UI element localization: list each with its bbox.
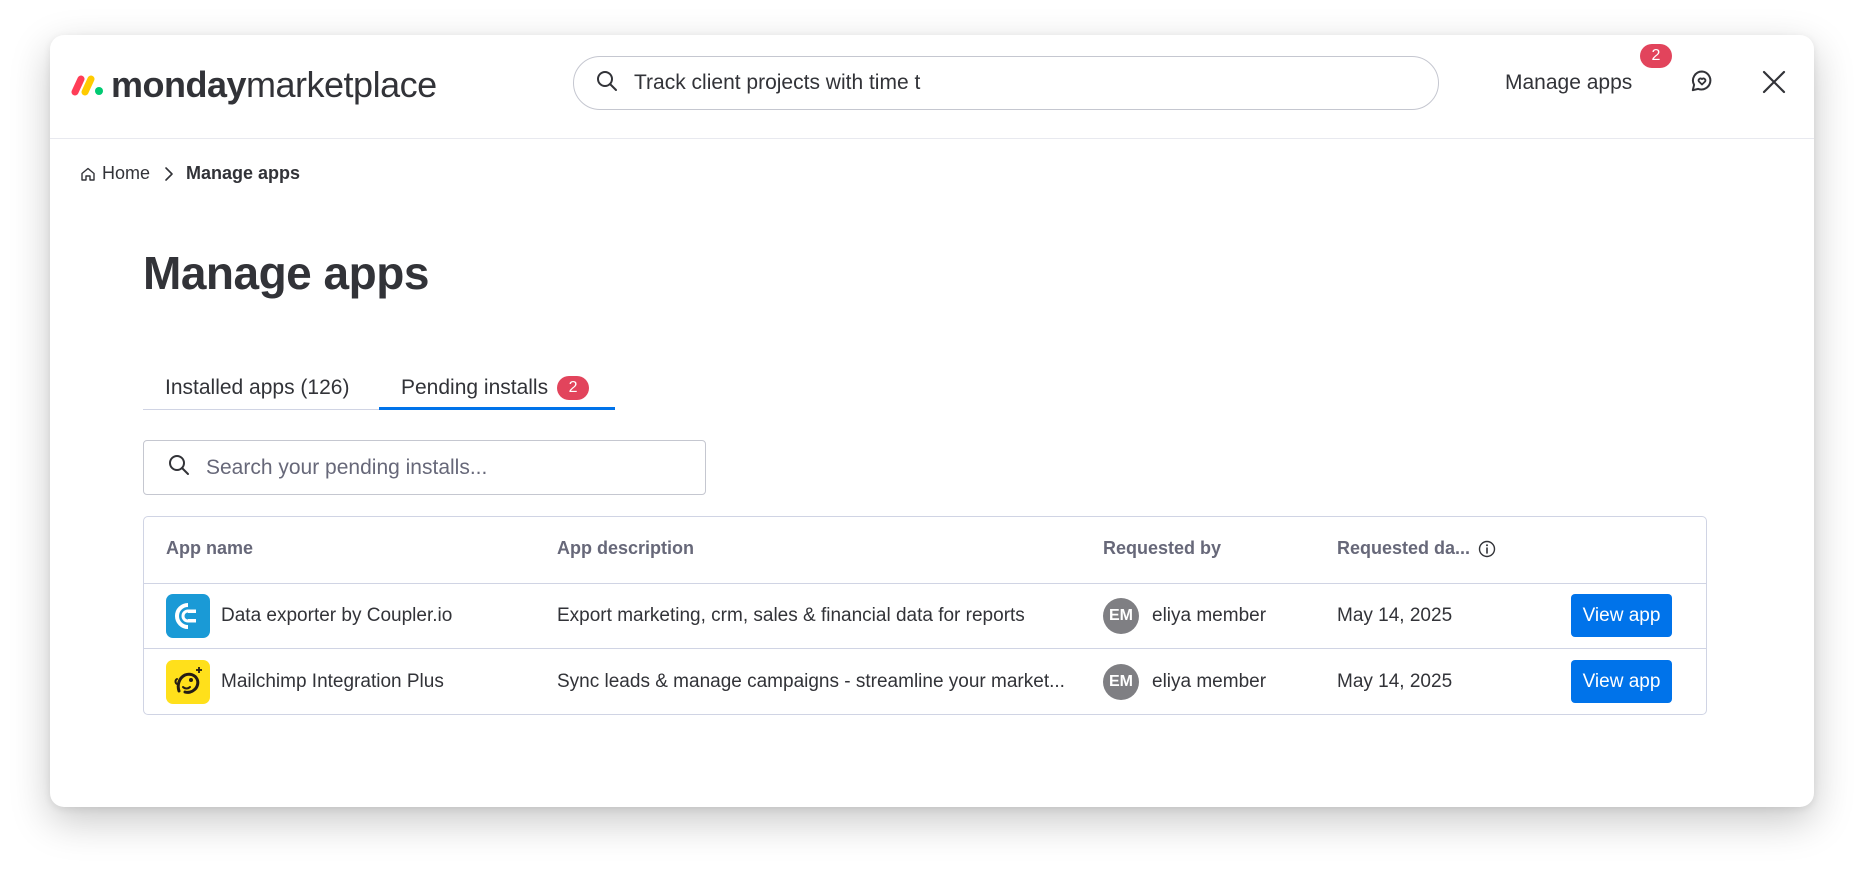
requester-name: eliya member [1152,670,1267,692]
table-row[interactable]: Data exporter by Coupler.io Export marke… [144,583,1706,649]
chat-icon[interactable] [1690,69,1714,98]
search-icon [168,454,190,481]
column-header-requested-date-label: Requested da... [1337,538,1471,558]
action-cell: View app [1571,649,1672,714]
breadcrumb-home-label: Home [102,163,151,183]
tab-pending-label: Pending installs [401,375,549,399]
breadcrumb-home[interactable]: Home [80,163,150,184]
coupler-icon [166,593,210,638]
chevron-right-icon [164,166,174,182]
avatar: EM [1103,663,1139,700]
app-name: Data exporter by Coupler.io [221,604,453,626]
view-app-button[interactable]: View app [1571,660,1672,703]
requested-date: May 14, 2025 [1337,604,1453,626]
column-header-description: App description [557,538,695,558]
table-header: App name App description Requested by Re… [144,517,1706,584]
home-icon [81,167,95,181]
pending-search-input[interactable] [204,454,688,481]
top-bar: mondaymarketplace Manage apps 2 [50,35,1814,139]
column-header-app-name: App name [166,538,254,558]
manage-apps-link[interactable]: Manage apps [1505,70,1632,96]
tab-installed-label: Installed apps (126) [165,375,350,399]
view-app-button[interactable]: View app [1571,594,1672,637]
column-header-requested-date[interactable]: Requested da... [1337,538,1496,559]
marketplace-window: mondaymarketplace Manage apps 2 Home Man… [50,35,1814,807]
app-name-cell: Mailchimp Integration Plus [166,649,444,714]
column-header-requested-by: Requested by [1103,538,1222,558]
monday-logo[interactable]: mondaymarketplace [71,65,437,105]
pending-installs-table: App name App description Requested by Re… [143,516,1707,715]
tab-installed-apps[interactable]: Installed apps (126) [165,365,349,410]
active-tab-indicator [379,407,615,410]
table-row[interactable]: Mailchimp Integration Plus Sync leads & … [144,649,1706,714]
requested-date: May 14, 2025 [1337,670,1453,692]
requester-name: eliya member [1152,604,1267,626]
requested-by-cell: EM eliya member [1103,583,1266,648]
app-name-cell: Data exporter by Coupler.io [166,583,452,648]
top-search-input[interactable] [632,70,1416,96]
breadcrumb: Home Manage apps [80,163,300,184]
monday-logo-mark-icon [71,75,103,96]
action-cell: View app [1571,583,1672,648]
top-search-bar[interactable] [573,56,1439,110]
app-description: Sync leads & manage campaigns - streamli… [557,670,1065,692]
search-icon [596,70,618,97]
info-icon[interactable] [1478,540,1496,558]
page-title: Manage apps [143,247,429,299]
manage-apps-badge: 2 [1640,44,1672,68]
pending-search-box[interactable] [143,440,706,495]
tab-pending-installs[interactable]: Pending installs 2 [379,365,615,410]
logo-light-text: marketplace [246,64,437,105]
app-name: Mailchimp Integration Plus [221,670,444,692]
app-description: Export marketing, crm, sales & financial… [557,604,1025,626]
logo-bold-text: monday [111,64,247,105]
requested-by-cell: EM eliya member [1103,649,1266,714]
tab-bar: Installed apps (126) Pending installs 2 [143,365,615,411]
breadcrumb-current: Manage apps [186,163,301,183]
logo-wordmark: mondaymarketplace [111,65,437,105]
pending-count-badge: 2 [557,375,590,400]
mailchimp-icon [166,659,210,704]
avatar: EM [1103,597,1139,634]
close-icon[interactable] [1762,70,1786,99]
